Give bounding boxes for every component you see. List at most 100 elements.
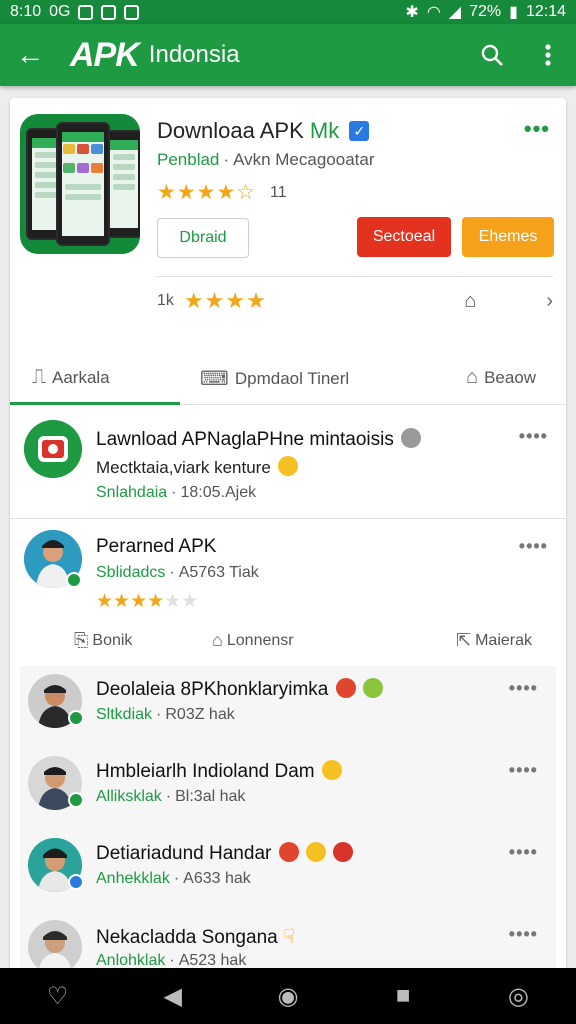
item-rating: ★★★★★★ xyxy=(96,590,198,613)
item-divider xyxy=(10,518,566,519)
clock-left: 8:10 xyxy=(10,3,42,20)
app-bar: ← APK Indonsia xyxy=(0,24,576,86)
themes-button[interactable]: Ehemes xyxy=(462,217,554,257)
item-title: Lawnload APNaglaPHne mintaoisis xyxy=(96,428,422,451)
online-badge xyxy=(68,792,84,808)
share-label: Maierak xyxy=(475,631,532,649)
reply-title: Deolaleia 8PKhonklaryimka xyxy=(96,678,383,701)
reply-timestamp: R03Z hak xyxy=(165,706,235,723)
reply-author[interactable]: Alliksklak xyxy=(96,788,162,805)
heart-nav-icon[interactable]: ♡ xyxy=(28,968,88,1024)
back-arrow-icon[interactable]: ← xyxy=(0,24,60,86)
divider xyxy=(157,276,553,277)
avatar[interactable] xyxy=(28,920,82,974)
item-meta: Sblidadcs · A5763 Tiak xyxy=(96,564,259,581)
rating-count: 11 xyxy=(269,184,287,201)
tab-articles[interactable]: ⎍ Aarkala xyxy=(32,366,110,389)
assistant-icon[interactable]: ◎ xyxy=(488,968,548,1024)
reply-more-icon[interactable]: •••• xyxy=(509,924,538,945)
item-title-text: Lawnload APNaglaPHne mintaoisis xyxy=(96,429,394,450)
app-name-suffix: Mk xyxy=(309,118,340,143)
tab-active-indicator xyxy=(10,402,180,405)
reply-title-text: Nekacladda Songana xyxy=(96,927,278,948)
reply-more-icon[interactable]: •••• xyxy=(509,760,538,781)
reply-title-text: Hmbleiarlh Indioland Dam xyxy=(96,761,315,782)
phone-mockup-center xyxy=(56,122,110,246)
comments-action[interactable]: ⌂ Lonnensr xyxy=(212,630,294,651)
reply-title-text: Deolaleia 8PKhonklaryimka xyxy=(96,679,329,700)
item-more-icon[interactable]: •••• xyxy=(519,536,548,557)
thumbs-up-icon: ⎍ xyxy=(32,366,46,388)
signal-icon: ◢ xyxy=(448,4,462,21)
reply-author[interactable]: Anhekklak xyxy=(96,870,170,887)
reply-meta: Anhekklak · A633 hak xyxy=(96,870,251,887)
stats-stars: ★★★★ xyxy=(183,288,267,313)
reply-meta: Sltkdiak · R03Z hak xyxy=(96,706,235,723)
share-action[interactable]: ⇱ Maierak xyxy=(456,630,532,651)
rating-stars: ★★★★☆ xyxy=(157,181,257,204)
battery-icon: ▮ xyxy=(509,4,518,21)
avatar[interactable] xyxy=(24,420,82,478)
grin-emoji-icon xyxy=(362,678,383,698)
tab-articles-label: Aarkala xyxy=(52,367,110,387)
reply-timestamp: A523 hak xyxy=(178,952,247,969)
verified-check-icon: ✓ xyxy=(349,121,370,141)
item-author[interactable]: Sblidadcs xyxy=(96,564,165,581)
reply-author[interactable]: Sltkdiak xyxy=(96,706,152,723)
item-timestamp: 18:05.Ajek xyxy=(180,484,257,501)
item-subtitle: Mectktaia,viark kenture xyxy=(96,456,298,478)
item-more-icon[interactable]: •••• xyxy=(519,426,548,447)
home-circle-icon[interactable]: ◉ xyxy=(258,968,318,1024)
tab-download-timeline[interactable]: ⌨ Dpmdaol Tinerl xyxy=(200,366,349,391)
reply-title: Nekacladda Songana ☟ xyxy=(96,924,295,949)
reply-more-icon[interactable]: •••• xyxy=(509,842,538,863)
tab-review[interactable]: ⌂ Beaow xyxy=(466,366,536,389)
comments-label: Lonnensr xyxy=(226,631,294,649)
bluetooth-icon: ✱ xyxy=(405,4,419,21)
home-icon[interactable]: ⌂ xyxy=(464,290,476,313)
recents-square-icon[interactable]: ■ xyxy=(373,968,433,1024)
comment-bubble-icon: ⌂ xyxy=(212,630,223,650)
reply-more-icon[interactable]: •••• xyxy=(509,678,538,699)
clock-right: 12:14 xyxy=(525,3,566,20)
house-icon: ⌂ xyxy=(466,366,479,388)
back-triangle-icon[interactable]: ◀ xyxy=(143,968,203,1024)
app-name: Downloaa APK Mk ✓ xyxy=(157,118,370,144)
comment-icon: ⌨ xyxy=(200,368,229,390)
detail-button[interactable]: Dbraid xyxy=(157,218,249,258)
smile-emoji-icon xyxy=(277,456,298,476)
item-rating-empty-stars: ★★ xyxy=(164,591,199,612)
app-name-text: Downloaa APK xyxy=(157,118,304,143)
online-badge xyxy=(68,710,84,726)
app-icon[interactable] xyxy=(20,114,140,254)
status-bar: 8:10 0G ✱ ◠ ◢ 72% ▮ 12:14 xyxy=(0,0,576,24)
notification-icon xyxy=(78,4,94,20)
bookmark-label: Bonik xyxy=(92,631,133,649)
developer-line: Penblad · Avkn Mecagooatar xyxy=(157,150,375,169)
search-icon[interactable] xyxy=(464,24,520,86)
app-notification-icon xyxy=(124,4,140,20)
smile-emoji-icon xyxy=(321,760,342,780)
reply-timestamp: Bl:3al hak xyxy=(175,788,246,805)
overflow-menu-icon[interactable] xyxy=(520,24,576,86)
card-more-options-icon[interactable]: ••• xyxy=(524,116,550,142)
online-badge xyxy=(66,572,82,588)
reply-author[interactable]: Anlohklak xyxy=(96,952,165,969)
stats-row: 1k ★★★★ ⌂ › xyxy=(157,286,553,316)
reply-title: Hmbleiarlh Indioland Dam xyxy=(96,760,342,783)
bookmark-action[interactable]: ⎘ Bonik xyxy=(74,630,132,651)
chevron-right-icon[interactable]: › xyxy=(546,290,553,313)
heart-eyes-emoji-icon xyxy=(278,842,299,862)
love-emoji-icon xyxy=(333,842,354,862)
tab-bar: ⎍ Aarkala ⌨ Dpmdaol Tinerl ⌂ Beaow xyxy=(10,354,566,404)
battery-level: 72% xyxy=(469,3,502,20)
developer-name[interactable]: Penblad xyxy=(157,150,219,169)
item-author[interactable]: Snlahdaia xyxy=(96,484,167,501)
tab-download-timeline-label: Dpmdaol Tinerl xyxy=(234,368,350,388)
item-timestamp: A5763 Tiak xyxy=(178,564,259,581)
message-icon xyxy=(101,4,117,20)
apk-logo: APK xyxy=(70,35,140,74)
reply-title: Detiariadund Handar xyxy=(96,842,354,865)
grin-emoji-icon xyxy=(305,842,326,862)
secondary-button[interactable]: Sectoeal xyxy=(357,217,451,257)
